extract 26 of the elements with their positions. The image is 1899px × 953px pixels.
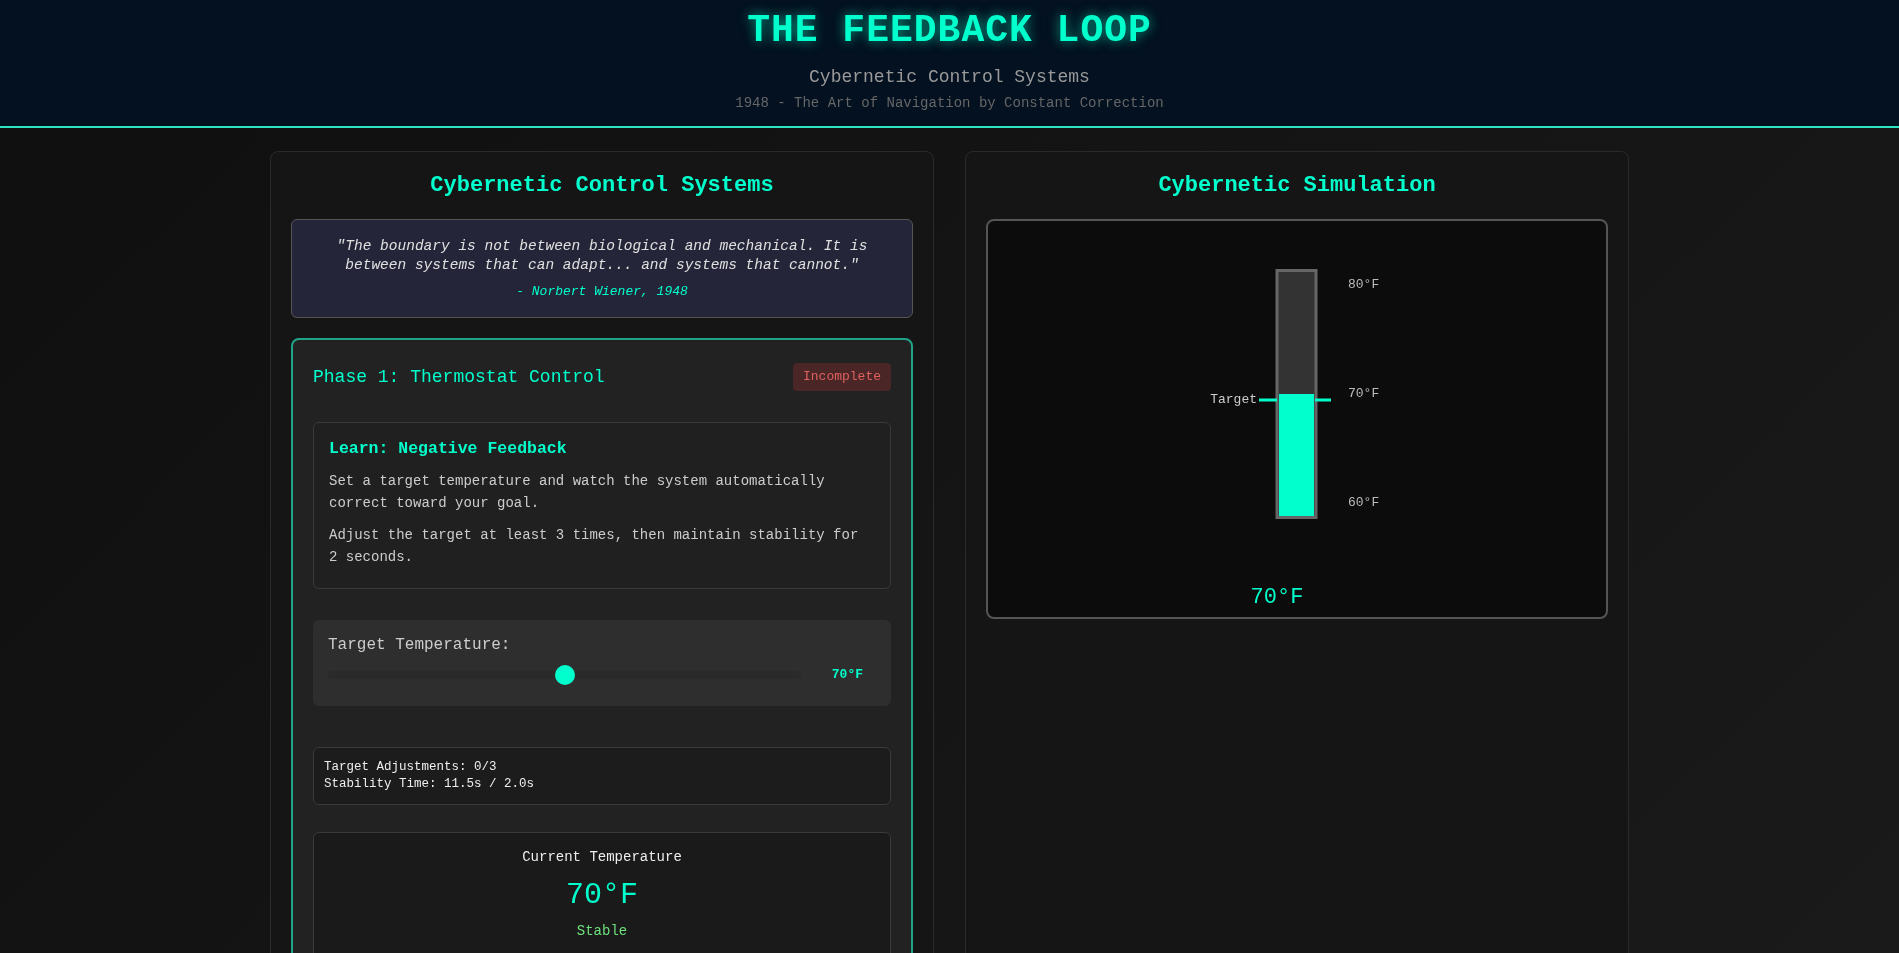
thermometer-reading: 70°F	[1250, 585, 1304, 611]
target-label: Target	[1210, 392, 1257, 408]
stability-status: Stable	[576, 922, 628, 941]
slider-thumb[interactable]	[554, 665, 575, 685]
slider-label: Target Temperature:	[328, 635, 512, 656]
current-temperature-label: Current Temperature	[522, 848, 682, 867]
slider-track[interactable]	[328, 664, 801, 686]
quote-attribution: - Norbert Wiener, 1948	[515, 283, 689, 300]
app-title: THE FEEDBACK LOOP	[747, 8, 1152, 54]
phase-title: Phase 1: Thermostat Control	[313, 366, 605, 389]
scale-label: 60°F	[1348, 495, 1380, 511]
app-subtitle: Cybernetic Control Systems	[809, 66, 1090, 88]
scale-label: 70°F	[1348, 386, 1380, 402]
lesson-text: Adjust the target at least 3 times, then maintain stability for 2 seconds.	[329, 526, 860, 567]
scale-label: 80°F	[1348, 277, 1380, 293]
panel-title: Cybernetic Simulation	[1157, 172, 1437, 200]
progress-text: Stability Time: 11.5s / 2.0s	[324, 776, 536, 793]
panel-title: Cybernetic Control Systems	[429, 172, 775, 200]
status-badge: Incomplete	[793, 363, 891, 391]
quote-text: "The boundary is not between biological and mechanical. It is between systems that can adapt... and systems that cannot."	[335, 237, 869, 275]
app-tagline: 1948 - The Art of Navigation by Constant Correction	[735, 94, 1164, 112]
slider-value: 70°F	[831, 666, 863, 685]
progress-text: Target Adjustments: 0/3	[324, 759, 498, 776]
lesson-text: Set a target temperature and watch the system automatically correct toward your goal.	[329, 472, 826, 513]
lesson-title: Learn: Negative Feedback	[329, 438, 568, 460]
current-temperature-value: 70°F	[566, 877, 638, 914]
